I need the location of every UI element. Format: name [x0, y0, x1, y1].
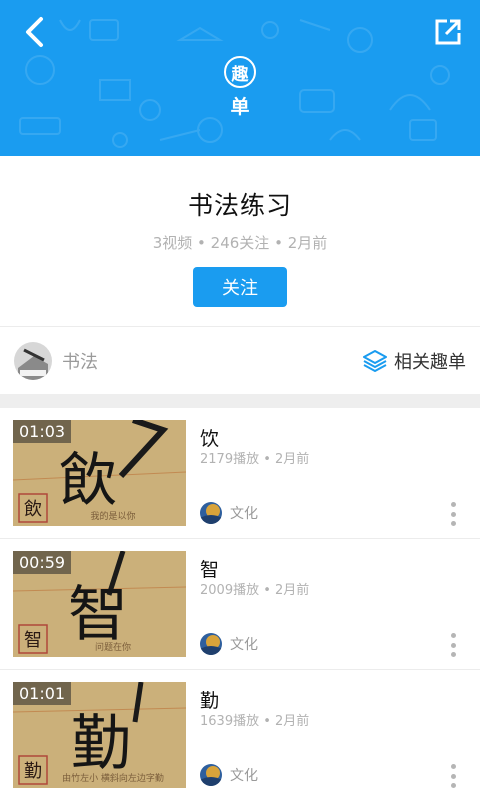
- thumbnail-glyph: 飲: [59, 446, 117, 514]
- tag-avatar[interactable]: [14, 341, 52, 380]
- follow-button[interactable]: 关注: [193, 267, 287, 307]
- tag-label[interactable]: 书法: [62, 348, 98, 374]
- badge-top-char: 趣: [224, 56, 256, 88]
- author-name: 文化: [230, 637, 258, 653]
- list-item[interactable]: 飲 飲 我的是以你 01:03 饮 2179播放 • 2月前 文化: [0, 408, 480, 539]
- share-external-icon: [435, 19, 461, 45]
- video-list: 飲 飲 我的是以你 01:03 饮 2179播放 • 2月前 文化 智 智 问题…: [0, 408, 480, 801]
- video-meta: 2009播放 • 2月前: [200, 583, 310, 598]
- thumbnail-caption: 由竹左小 横斜向左边字勤: [62, 772, 164, 784]
- section-divider: [0, 394, 480, 408]
- list-item[interactable]: 智 智 问题在你 00:59 智 2009播放 • 2月前 文化: [0, 539, 480, 670]
- author-avatar: [200, 764, 222, 786]
- back-button[interactable]: [14, 12, 54, 52]
- playlist-meta: 3视频 • 246关注 • 2月前: [152, 234, 328, 252]
- chevron-left-icon: [26, 17, 43, 47]
- video-duration: 01:03: [13, 420, 72, 443]
- badge-bottom-char: 单: [230, 96, 250, 118]
- more-options-button[interactable]: [446, 764, 460, 788]
- video-thumbnail[interactable]: 勤 勤 由竹左小 横斜向左边字勤 01:01: [13, 682, 186, 788]
- playlist-badge: 趣 单: [222, 56, 258, 119]
- page-title: 书法练习: [187, 191, 292, 220]
- video-title[interactable]: 饮: [200, 424, 219, 451]
- video-thumbnail[interactable]: 飲 飲 我的是以你 01:03: [13, 420, 186, 526]
- related-playlists-button[interactable]: 相关趣单: [362, 348, 466, 374]
- video-duration: 01:01: [13, 682, 72, 705]
- thumbnail-seal: 飲: [24, 499, 42, 520]
- playlist-info: 书法练习 3视频 • 246关注 • 2月前 关注: [0, 156, 480, 326]
- thumbnail-caption: 我的是以你: [90, 510, 135, 522]
- thumbnail-glyph: 智: [68, 580, 128, 650]
- video-title[interactable]: 智: [200, 555, 219, 582]
- author-avatar: [200, 502, 222, 524]
- video-thumbnail[interactable]: 智 智 问题在你 00:59: [13, 551, 186, 657]
- layers-icon: [363, 349, 387, 372]
- video-title[interactable]: 勤: [200, 686, 219, 713]
- more-options-button[interactable]: [446, 502, 460, 526]
- thumbnail-seal: 智: [24, 630, 42, 651]
- author-name: 文化: [230, 506, 258, 522]
- list-item[interactable]: 勤 勤 由竹左小 横斜向左边字勤 01:01 勤 1639播放 • 2月前 文化: [0, 670, 480, 801]
- playlist-header: 趣 单: [0, 0, 480, 156]
- video-duration: 00:59: [13, 551, 72, 574]
- thumbnail-seal: 勤: [24, 761, 42, 782]
- thumbnail-caption: 问题在你: [95, 641, 131, 653]
- related-playlists-label: 相关趣单: [394, 351, 466, 373]
- author-name: 文化: [230, 768, 258, 784]
- video-meta: 2179播放 • 2月前: [200, 452, 310, 467]
- video-author[interactable]: 文化: [200, 764, 258, 786]
- video-author[interactable]: 文化: [200, 633, 258, 655]
- share-button[interactable]: [428, 12, 468, 52]
- thumbnail-glyph: 勤: [71, 709, 131, 779]
- author-avatar: [200, 633, 222, 655]
- tag-row: 书法 相关趣单: [0, 326, 480, 394]
- video-author[interactable]: 文化: [200, 502, 258, 524]
- more-options-button[interactable]: [446, 633, 460, 657]
- video-meta: 1639播放 • 2月前: [200, 714, 310, 729]
